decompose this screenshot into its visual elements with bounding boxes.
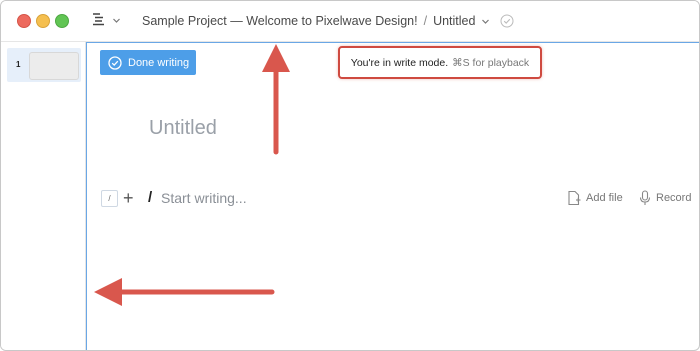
add-file-icon <box>567 190 581 206</box>
breadcrumb-separator: / <box>423 14 428 28</box>
slash-command-chip[interactable]: / <box>101 190 118 207</box>
done-writing-button[interactable]: Done writing <box>100 50 196 75</box>
doc-menu-icon <box>91 11 107 32</box>
add-block-button[interactable]: + <box>123 188 134 208</box>
slide-sidebar: 1 <box>1 42 86 350</box>
slide-thumbnail <box>29 52 79 80</box>
breadcrumb-project[interactable]: Sample Project — Welcome to Pixelwave De… <box>142 14 418 28</box>
playback-shortcut-hint: ⌘S for playback <box>452 56 530 69</box>
record-label: Record <box>656 192 692 204</box>
breadcrumb-doc-title[interactable]: Untitled <box>433 14 475 28</box>
minimize-window-button[interactable] <box>36 14 50 28</box>
close-window-button[interactable] <box>17 14 31 28</box>
check-circle-icon <box>108 55 122 70</box>
zoom-window-button[interactable] <box>55 14 69 28</box>
breadcrumb: Sample Project — Welcome to Pixelwave De… <box>142 12 514 30</box>
slide-number: 1 <box>16 60 21 69</box>
microphone-icon <box>639 190 651 206</box>
write-mode-text: You're in write mode. <box>350 56 449 69</box>
saved-check-icon <box>500 14 514 28</box>
document-title[interactable]: Untitled <box>149 117 217 140</box>
app-window: Sample Project — Welcome to Pixelwave De… <box>0 0 700 351</box>
editor-canvas[interactable]: Done writing You're in write mode. ⌘S fo… <box>86 42 699 350</box>
slide-thumbnail-item[interactable]: 1 <box>7 48 81 82</box>
chevron-down-icon[interactable] <box>481 17 490 26</box>
add-file-button[interactable]: Add file <box>567 190 623 206</box>
write-mode-banner: You're in write mode. ⌘S for playback <box>338 46 542 79</box>
chevron-down-icon <box>112 12 121 30</box>
done-writing-label: Done writing <box>128 56 190 69</box>
writing-input[interactable]: Start writing... <box>161 190 247 206</box>
record-button[interactable]: Record <box>639 190 691 206</box>
doc-menu-button[interactable] <box>91 11 121 31</box>
title-bar: Sample Project — Welcome to Pixelwave De… <box>1 1 699 42</box>
add-file-label: Add file <box>586 192 623 204</box>
slash-marker: / <box>148 189 153 206</box>
writing-line: / + / Start writing... Add file Record <box>101 188 691 210</box>
